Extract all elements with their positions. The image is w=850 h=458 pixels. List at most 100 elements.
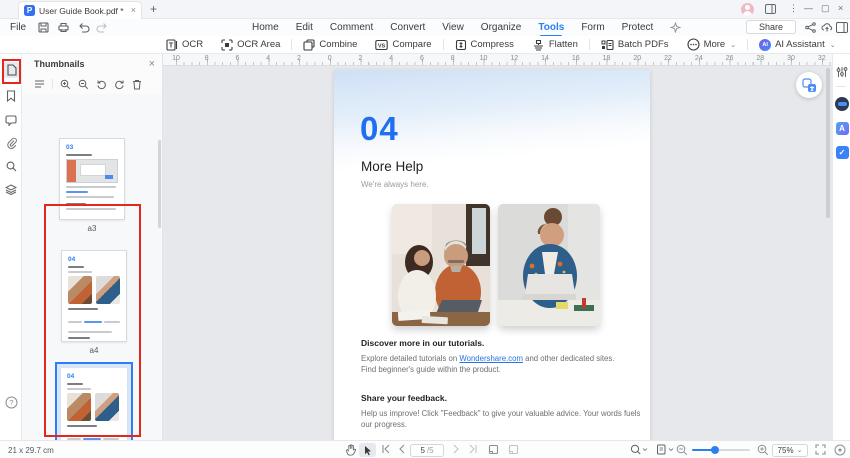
h-ruler-number: 2: [358, 55, 363, 62]
menu-edit[interactable]: Edit: [296, 22, 313, 33]
wondershare-link[interactable]: Wondershare.com: [459, 354, 523, 363]
menu-home[interactable]: Home: [252, 22, 279, 33]
page-title: More Help: [361, 159, 424, 174]
thumbnail-menu-icon[interactable]: [34, 79, 45, 89]
todo-check-icon[interactable]: ✓: [834, 144, 850, 160]
zoom-out-icon[interactable]: [676, 444, 688, 456]
thumb-page-number: 04: [67, 373, 75, 380]
thumbnail-page-a5-selected[interactable]: 04: [55, 362, 133, 440]
thumbnail-zoom-in-icon[interactable]: [60, 79, 71, 90]
cloud-upload-icon[interactable]: [821, 22, 833, 33]
thumbnail-page-a4[interactable]: 04: [61, 250, 127, 342]
user-avatar[interactable]: [741, 3, 754, 16]
menu-form[interactable]: Form: [581, 22, 604, 33]
share-button[interactable]: Share: [745, 20, 796, 34]
sidebar-bookmarks-button[interactable]: [3, 88, 19, 104]
thumbnails-scrollbar[interactable]: [158, 140, 161, 228]
next-page-icon[interactable]: [452, 444, 460, 454]
menu-protect[interactable]: Protect: [622, 22, 654, 33]
ocr-area-button[interactable]: OCR Area: [212, 38, 289, 51]
zoom-slider-thumb[interactable]: [711, 446, 719, 454]
h-ruler-number: 10: [172, 55, 180, 62]
thumb-photos: [68, 276, 120, 305]
translate-icon[interactable]: A: [834, 120, 850, 136]
window-close-button[interactable]: ×: [838, 4, 843, 13]
thumbnails-close-icon[interactable]: ×: [149, 58, 155, 70]
page-number-input[interactable]: 5/5: [410, 443, 444, 457]
flatten-button[interactable]: Flatten: [523, 39, 587, 51]
fit-page-icon[interactable]: [656, 444, 674, 455]
section-heading-tutorials: Discover more in our tutorials.: [361, 338, 485, 348]
help-button[interactable]: ?: [3, 394, 19, 410]
tutorial-photo-colleagues: [392, 204, 490, 326]
properties-sliders-icon[interactable]: [834, 64, 850, 80]
fullscreen-icon[interactable]: [815, 444, 826, 455]
rotate-right-icon[interactable]: [114, 79, 125, 90]
page-dimensions-label: 21 x 29.7 cm: [8, 446, 54, 455]
thumbnail-page-a5[interactable]: 04: [61, 368, 127, 440]
select-tool-icon[interactable]: [359, 443, 376, 457]
print-icon[interactable]: [58, 22, 69, 33]
zoom-in-icon[interactable]: [757, 444, 769, 456]
menu-tools-active[interactable]: Tools: [538, 22, 564, 37]
window-maximize-button[interactable]: ▢: [821, 4, 830, 13]
floating-translate-button[interactable]: [796, 72, 822, 98]
h-ruler-number: 4: [266, 55, 271, 62]
thumbnail-page-a3[interactable]: 03: [59, 138, 125, 220]
thumbnail-zoom-out-icon[interactable]: [78, 79, 89, 90]
h-ruler-number: 0: [327, 55, 332, 62]
compare-button[interactable]: VS Compare: [366, 39, 440, 51]
zoom-area-select-icon[interactable]: [630, 444, 648, 455]
window-minimize-button[interactable]: —: [804, 4, 813, 13]
previous-page-icon[interactable]: [398, 444, 406, 454]
section-heading-feedback: Share your feedback.: [361, 393, 447, 403]
circle-dot-icon[interactable]: [834, 444, 846, 456]
more-tools-button[interactable]: More ⌄: [678, 38, 746, 51]
titlebar-more-icon[interactable]: ⋮: [789, 4, 798, 13]
window-panel-icon[interactable]: [765, 4, 776, 14]
file-menu[interactable]: File: [10, 22, 26, 33]
save-icon[interactable]: [38, 22, 49, 33]
chevron-down-icon: ⌄: [730, 41, 737, 49]
menu-comment[interactable]: Comment: [330, 22, 373, 33]
menu-organize[interactable]: Organize: [481, 22, 522, 33]
hand-tool-icon[interactable]: [345, 444, 357, 456]
toggle-panel-icon[interactable]: [836, 22, 848, 33]
sparkle-icon[interactable]: [670, 22, 682, 33]
app-logo-icon: P: [24, 5, 35, 16]
ocr-button[interactable]: T OCR: [157, 38, 212, 51]
zoom-level-select[interactable]: 75% ⌄: [772, 443, 808, 457]
last-page-icon[interactable]: [468, 444, 478, 454]
rotate-left-icon[interactable]: [96, 79, 107, 90]
combine-button[interactable]: Combine: [294, 38, 366, 51]
sidebar-layers-button[interactable]: [3, 181, 19, 197]
page-section-number: 04: [360, 110, 399, 147]
menu-convert[interactable]: Convert: [390, 22, 425, 33]
undo-icon[interactable]: [78, 22, 90, 33]
document-scrollbar[interactable]: [826, 68, 830, 218]
pdf-page[interactable]: 04 More Help We're always here. Discover…: [334, 70, 650, 440]
sidebar-search-button[interactable]: [3, 158, 19, 174]
redo-icon[interactable]: [96, 22, 108, 33]
single-page-view-icon[interactable]: [488, 444, 499, 455]
sidebar-attachments-button[interactable]: [3, 135, 19, 151]
sidebar-comments-button[interactable]: [3, 112, 19, 128]
continuous-view-icon[interactable]: [508, 444, 519, 455]
menu-view[interactable]: View: [442, 22, 464, 33]
compress-button[interactable]: Compress: [446, 39, 523, 51]
sidebar-thumbnails-button[interactable]: [3, 62, 19, 78]
first-page-icon[interactable]: [381, 444, 391, 454]
h-ruler-number: 18: [602, 55, 611, 62]
delete-page-icon[interactable]: [132, 79, 142, 90]
tab-close-icon[interactable]: ×: [131, 6, 136, 15]
new-tab-button[interactable]: +: [150, 3, 157, 15]
ai-assistant-button[interactable]: AI AI Assistant ⌄: [750, 38, 845, 51]
thumbnails-panel: Thumbnails × 03 a3 04 a4 04: [22, 54, 163, 440]
document-tab[interactable]: P User Guide Book.pdf * ×: [18, 1, 142, 19]
ai-robot-icon[interactable]: [834, 96, 850, 112]
batch-pdfs-button[interactable]: Batch PDFs: [592, 39, 678, 51]
h-ruler-number: 26: [725, 55, 734, 62]
zoom-slider[interactable]: [692, 446, 750, 454]
h-ruler-number: 16: [571, 55, 580, 62]
share-nodes-icon[interactable]: [805, 22, 816, 33]
